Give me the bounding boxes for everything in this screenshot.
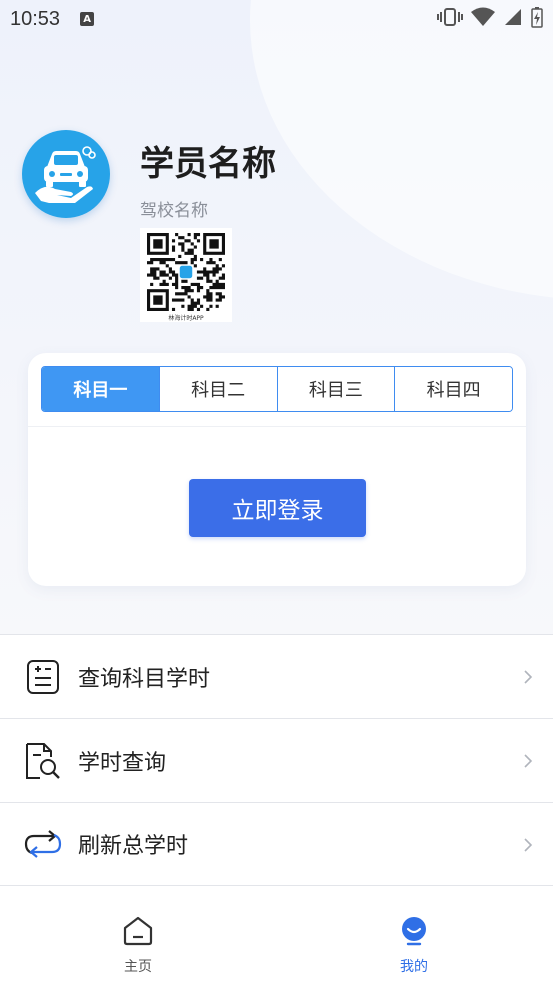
qr-caption: 林海计时APP <box>168 315 204 322</box>
tab-subject-2[interactable]: 科目二 <box>158 367 277 411</box>
subject-tabs: 科目一 科目二 科目三 科目四 <box>41 366 513 412</box>
menu-item-hours-query[interactable]: 学时查询 <box>0 718 553 802</box>
calculator-icon <box>24 658 62 696</box>
nav-home[interactable]: 主页 <box>0 902 276 983</box>
status-time: 10:53 <box>10 7 61 30</box>
tab-subject-3[interactable]: 科目三 <box>276 367 395 411</box>
wifi-icon <box>471 7 495 31</box>
tab-subject-1[interactable]: 科目一 <box>42 367 159 411</box>
qr-code-image <box>147 233 225 311</box>
nav-profile[interactable]: 我的 <box>276 902 552 983</box>
menu-item-subject-hours[interactable]: 查询科目学时 <box>0 634 553 718</box>
menu-list: 查询科目学时 学时查询 刷新总学时 <box>0 634 553 886</box>
menu-item-label: 学时查询 <box>78 750 167 776</box>
chevron-right-icon <box>523 669 533 689</box>
car-in-hand-icon <box>31 137 101 211</box>
login-button[interactable]: 立即登录 <box>189 479 366 537</box>
subject-card: 科目一 科目二 科目三 科目四 立即登录 <box>28 353 526 586</box>
profile-smile-icon <box>399 916 429 950</box>
bottom-nav: 主页 我的 <box>0 902 553 983</box>
card-divider <box>28 426 526 427</box>
avatar[interactable] <box>22 130 110 218</box>
menu-item-label: 查询科目学时 <box>78 666 211 692</box>
school-name: 驾校名称 <box>140 201 208 221</box>
chevron-right-icon <box>523 837 533 857</box>
qr-code[interactable]: 林海计时APP <box>140 228 232 322</box>
chevron-right-icon <box>523 753 533 773</box>
vibrate-icon <box>437 7 463 31</box>
menu-item-label: 刷新总学时 <box>78 834 189 859</box>
notification-a-icon: A <box>80 12 95 26</box>
student-name: 学员名称 <box>140 144 276 184</box>
menu-item-refresh-hours[interactable]: 刷新总学时 <box>0 802 553 886</box>
nav-profile-label: 我的 <box>400 959 428 975</box>
battery-icon <box>531 6 543 32</box>
document-search-icon <box>24 742 62 780</box>
signal-icon <box>503 7 523 31</box>
home-icon <box>122 916 154 950</box>
status-bar: 10:53 A <box>0 0 553 38</box>
refresh-icon <box>24 825 62 863</box>
tab-subject-4[interactable]: 科目四 <box>394 367 512 411</box>
nav-home-label: 主页 <box>124 959 152 975</box>
